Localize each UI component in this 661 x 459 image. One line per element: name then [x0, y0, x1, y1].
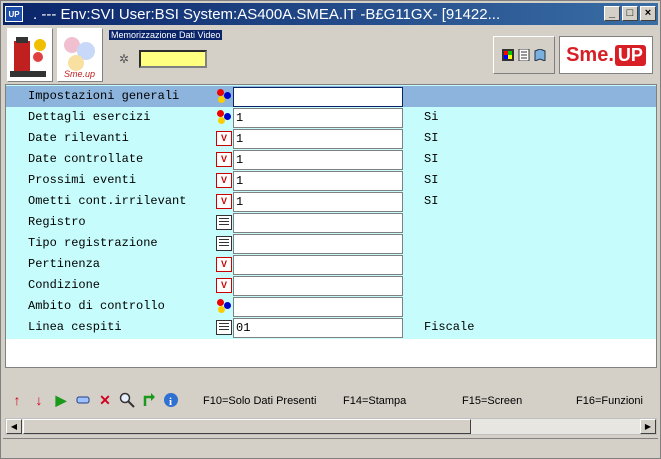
list-icon[interactable] — [216, 215, 232, 230]
form-row[interactable]: Tipo registrazione — [6, 233, 656, 254]
form-row[interactable]: Date rilevanti V 1 SI — [6, 128, 656, 149]
smeup-balls-logo-icon[interactable]: Sme.up — [57, 28, 103, 82]
f15-key[interactable]: F15=Screen — [462, 395, 522, 407]
field-input[interactable]: 1 — [233, 108, 403, 128]
form-row[interactable]: Ambito di controllo — [6, 296, 656, 317]
field-input[interactable] — [233, 297, 403, 317]
f16-key[interactable]: F16=Funzioni — [576, 395, 643, 407]
book-icon[interactable] — [534, 49, 546, 61]
smeup-home-icon[interactable] — [7, 28, 53, 82]
scroll-right-icon[interactable]: ▶ — [640, 419, 656, 434]
arrow-up-icon[interactable]: ↑ — [8, 391, 26, 409]
eraser-icon[interactable] — [74, 391, 92, 409]
window-controls: _ □ × — [604, 6, 656, 21]
gear-icon[interactable]: ✲ — [119, 52, 129, 66]
status-bar — [3, 438, 658, 456]
list-icon[interactable] — [216, 236, 232, 251]
info-glyph: i — [169, 396, 172, 408]
field-label: Date rilevanti — [28, 131, 129, 145]
v-icon[interactable]: V — [216, 278, 232, 293]
smeup-brand-logo: Sme. UP — [559, 36, 653, 74]
field-input[interactable]: 01 — [233, 318, 403, 338]
memo-panel: Memorizzazione Dati Video ✲ — [107, 28, 241, 78]
play-icon[interactable]: ▶ — [52, 391, 70, 409]
field-label: Ambito di controllo — [28, 299, 165, 313]
form-panel: Impostazioni generali Dettagli esercizi … — [5, 84, 657, 368]
field-label: Condizione — [28, 278, 101, 292]
field-input[interactable]: 1 — [233, 150, 403, 170]
field-label: Tipo registrazione — [28, 236, 158, 250]
form-row[interactable]: Impostazioni generali — [6, 86, 656, 107]
v-icon[interactable]: V — [216, 194, 232, 209]
info-icon[interactable]: i — [162, 391, 180, 409]
palette-icon[interactable] — [502, 49, 514, 61]
field-input[interactable]: 1 — [233, 129, 403, 149]
brand-up-text: UP — [614, 44, 646, 66]
field-description: SI — [424, 194, 439, 208]
field-label: Pertinenza — [28, 257, 101, 271]
field-description: Si — [424, 110, 439, 124]
memo-label: Memorizzazione Dati Video — [109, 30, 223, 40]
v-icon[interactable]: V — [216, 173, 232, 188]
brand-sme-text: Sme. — [566, 43, 614, 66]
memo-input[interactable] — [139, 50, 207, 68]
list-icon[interactable] — [216, 320, 232, 335]
arrow-down-icon[interactable]: ↓ — [30, 391, 48, 409]
minimize-button[interactable]: _ — [604, 6, 620, 21]
close-button[interactable]: × — [640, 6, 656, 21]
f10-key[interactable]: F10=Solo Dati Presenti — [203, 395, 316, 407]
logo2-text: Sme.up — [64, 69, 95, 79]
form-row[interactable]: Dettagli esercizi 1 Si — [6, 107, 656, 128]
field-description: Fiscale — [424, 320, 475, 334]
field-description: SI — [424, 173, 439, 187]
v-icon[interactable]: V — [216, 131, 232, 146]
scroll-thumb[interactable] — [23, 419, 471, 434]
app-icon[interactable]: UP — [5, 6, 23, 22]
scroll-left-icon[interactable]: ◀ — [6, 419, 22, 434]
return-arrow-icon[interactable] — [140, 391, 158, 409]
field-description: SI — [424, 152, 439, 166]
form-row[interactable]: Date controllate V 1 SI — [6, 149, 656, 170]
field-input[interactable] — [233, 213, 403, 233]
field-label: Prossimi eventi — [28, 173, 137, 187]
v-icon[interactable]: V — [216, 257, 232, 272]
field-label: Impostazioni generali — [28, 89, 180, 103]
maximize-button[interactable]: □ — [622, 6, 638, 21]
search-icon[interactable] — [118, 391, 136, 409]
form-background: Impostazioni generali Dettagli esercizi … — [6, 85, 656, 339]
form-row[interactable]: Prossimi eventi V 1 SI — [6, 170, 656, 191]
document-icon[interactable] — [518, 49, 530, 61]
cancel-icon[interactable]: ✕ — [96, 391, 114, 409]
field-description: SI — [424, 131, 439, 145]
v-icon[interactable]: V — [216, 152, 232, 167]
field-label: Registro — [28, 215, 86, 229]
window-title: . --- Env:SVI User:BSI System:AS400A.SME… — [33, 5, 501, 23]
field-input[interactable] — [233, 276, 403, 296]
field-label: Dettagli esercizi — [28, 110, 151, 124]
field-label: Linea cespiti — [28, 320, 122, 334]
field-input[interactable]: 1 — [233, 192, 403, 212]
application-window: UP . --- Env:SVI User:BSI System:AS400A.… — [0, 0, 661, 459]
toolbar: Sme.up Memorizzazione Dati Video ✲ Sme. U… — [3, 28, 658, 84]
field-label: Date controllate — [28, 152, 144, 166]
form-row[interactable]: Condizione V — [6, 275, 656, 296]
form-row[interactable]: Pertinenza V — [6, 254, 656, 275]
form-row[interactable]: Linea cespiti 01 Fiscale — [6, 317, 656, 338]
field-input[interactable] — [233, 255, 403, 275]
field-label: Ometti cont.irrilevant — [28, 194, 187, 208]
field-input[interactable] — [233, 234, 403, 254]
form-row[interactable]: Ometti cont.irrilevant V 1 SI — [6, 191, 656, 212]
function-bar: ↑ ↓ ▶ ✕ i F10=Solo Dati Presenti F14=Sta… — [3, 385, 658, 415]
title-bar: UP . --- Env:SVI User:BSI System:AS400A.… — [3, 3, 658, 25]
form-row[interactable]: Registro — [6, 212, 656, 233]
f14-key[interactable]: F14=Stampa — [343, 395, 406, 407]
field-input[interactable]: 1 — [233, 171, 403, 191]
tool-icons-group — [493, 36, 555, 74]
horizontal-scrollbar[interactable]: ◀ ▶ — [5, 418, 657, 435]
field-input[interactable] — [233, 87, 403, 107]
